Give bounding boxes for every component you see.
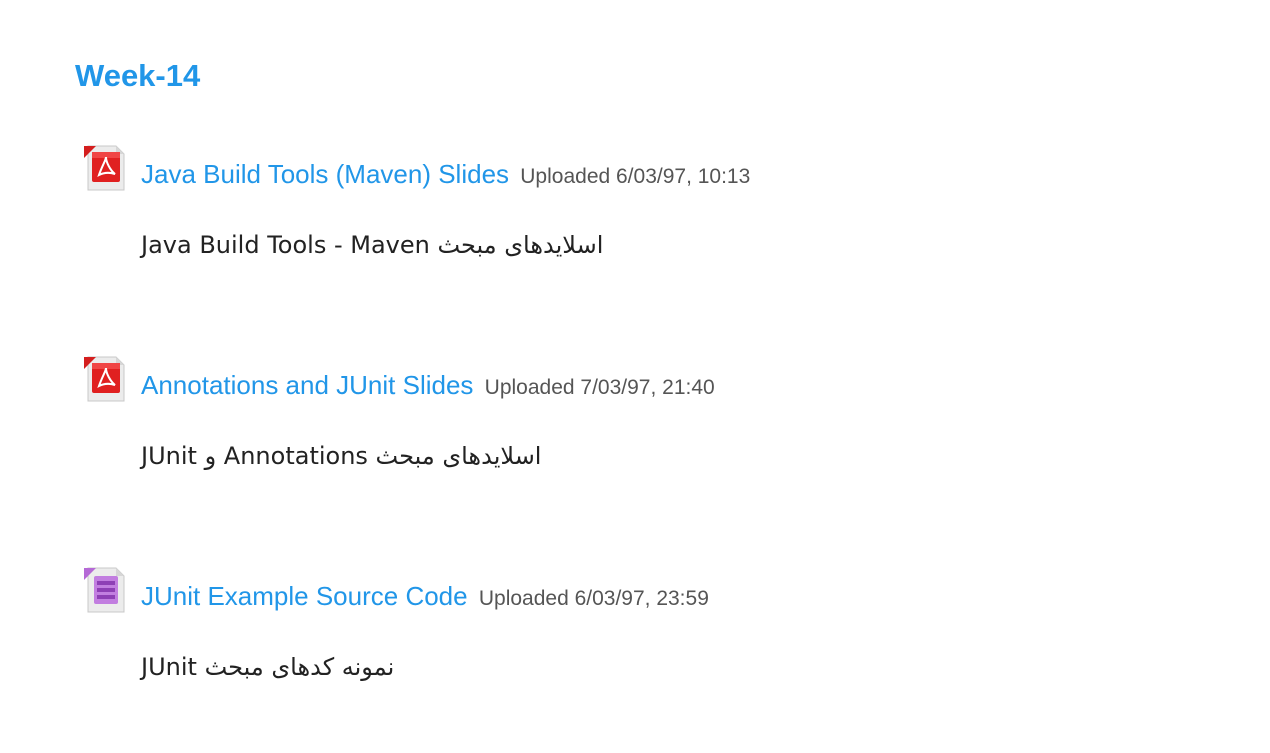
pdf-file-icon[interactable] (82, 144, 126, 192)
activity-item: Java Build Tools (Maven) Slides Uploaded… (82, 144, 1182, 259)
activity-item: Annotations and JUnit Slides Uploaded 7/… (82, 355, 1182, 470)
activity-item: JUnit Example Source Code Uploaded 6/03/… (82, 566, 1182, 681)
archive-file-icon[interactable] (82, 566, 126, 614)
uploaded-timestamp: Uploaded 6/03/97, 23:59 (478, 587, 709, 610)
activity-description: نمونه کدهای مبحث JUnit (141, 653, 395, 681)
activity-link[interactable]: Annotations and JUnit Slides Uploaded 7/… (141, 367, 715, 406)
activity-description: اسلایدهای مبحث Java Build Tools - Maven (141, 231, 604, 259)
activity-name: Annotations and JUnit Slides (141, 370, 474, 400)
activity-name: JUnit Example Source Code (141, 581, 468, 611)
section-title: Week-14 (75, 58, 201, 93)
activity-link[interactable]: Java Build Tools (Maven) Slides Uploaded… (141, 156, 750, 195)
activity-link[interactable]: JUnit Example Source Code Uploaded 6/03/… (141, 578, 709, 617)
activity-description: اسلایدهای مبحث Annotations و JUnit (141, 442, 542, 470)
uploaded-timestamp: Uploaded 7/03/97, 21:40 (484, 376, 715, 399)
activity-name: Java Build Tools (Maven) Slides (141, 159, 510, 189)
pdf-file-icon[interactable] (82, 355, 126, 403)
uploaded-timestamp: Uploaded 6/03/97, 10:13 (520, 165, 751, 188)
